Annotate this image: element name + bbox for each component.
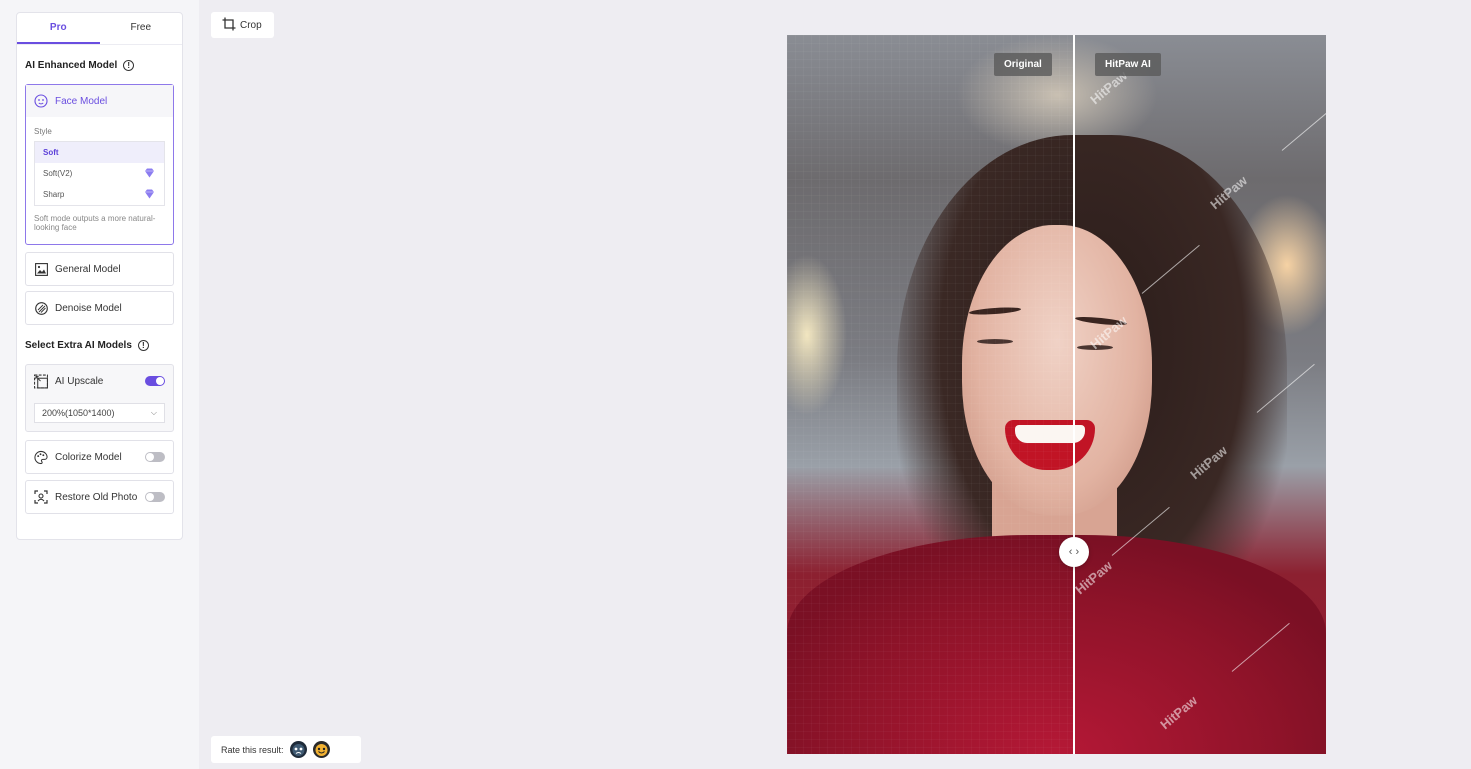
colorize-model-label: Colorize Model	[55, 451, 122, 463]
chevron-down-icon: ⌵	[150, 408, 157, 417]
ai-enhanced-heading: AI Enhanced Model !	[25, 60, 135, 71]
ai-upscale-card: AI Upscale 200%(1050*1400) ⌵	[25, 364, 174, 432]
general-model-card[interactable]: General Model	[25, 252, 174, 286]
upscale-icon	[34, 374, 48, 388]
model-panel: Pro Free AI Enhanced Model ! Face Model …	[16, 12, 183, 540]
ai-upscale-toggle[interactable]	[145, 376, 165, 386]
tab-free[interactable]: Free	[100, 13, 183, 44]
style-list: Soft Soft(V2) Sharp	[34, 141, 165, 206]
crop-button[interactable]: Crop	[211, 12, 274, 38]
restore-toggle[interactable]	[145, 492, 165, 502]
colorize-model-card: Colorize Model	[25, 440, 174, 474]
style-option-sharp[interactable]: Sharp	[35, 184, 164, 205]
tab-pro[interactable]: Pro	[17, 13, 100, 44]
rating-bar: Rate this result:	[211, 736, 361, 763]
general-model-label: General Model	[55, 263, 121, 275]
ai-upscale-row: AI Upscale	[26, 365, 173, 397]
style-option-label: Soft(V2)	[43, 169, 73, 178]
style-option-soft[interactable]: Soft	[35, 142, 164, 163]
style-option-label: Sharp	[43, 190, 65, 199]
colorize-toggle[interactable]	[145, 452, 165, 462]
crop-icon	[222, 17, 236, 34]
image-compare-viewer[interactable]: HitPaw HitPaw HitPaw HitPaw HitPaw HitPa…	[787, 35, 1326, 754]
denoise-icon	[34, 301, 48, 315]
diamond-icon	[145, 189, 154, 199]
style-option-soft-v2[interactable]: Soft(V2)	[35, 163, 164, 184]
restore-photo-row: Restore Old Photo	[26, 481, 173, 513]
compare-slider-handle[interactable]: ‹ ›	[1059, 537, 1089, 567]
restore-photo-card: Restore Old Photo	[25, 480, 174, 514]
colorize-model-row: Colorize Model	[26, 441, 173, 473]
sidebar: Pro Free AI Enhanced Model ! Face Model …	[0, 0, 199, 769]
ai-upscale-label: AI Upscale	[55, 375, 104, 387]
face-icon	[34, 94, 48, 108]
general-model-row[interactable]: General Model	[26, 253, 173, 285]
tab-bar: Pro Free	[17, 13, 182, 45]
original-pixelation	[787, 35, 1074, 754]
diamond-icon	[145, 168, 154, 178]
upscale-size-select[interactable]: 200%(1050*1400) ⌵	[34, 403, 165, 423]
original-label: Original	[994, 53, 1052, 76]
restore-icon	[34, 490, 48, 504]
denoise-model-card[interactable]: Denoise Model	[25, 291, 174, 325]
compare-divider[interactable]	[1073, 35, 1075, 754]
denoise-model-row[interactable]: Denoise Model	[26, 292, 173, 324]
ai-enhanced-title: AI Enhanced Model	[25, 60, 118, 71]
face-model-label: Face Model	[55, 95, 108, 107]
style-option-label: Soft	[43, 148, 59, 157]
dislike-emoji-icon[interactable]	[289, 741, 307, 758]
face-model-header[interactable]: Face Model	[26, 85, 173, 117]
style-label: Style	[34, 127, 52, 136]
upscale-size-value: 200%(1050*1400)	[42, 408, 115, 418]
like-emoji-icon[interactable]	[312, 741, 330, 758]
enhanced-label: HitPaw AI	[1095, 53, 1161, 76]
style-description: Soft mode outputs a more natural-looking…	[34, 214, 156, 232]
crop-label: Crop	[240, 19, 262, 31]
palette-icon	[34, 450, 48, 464]
face-model-card[interactable]: Face Model Style Soft Soft(V2) Sharp Sof…	[25, 84, 174, 245]
chevron-left-right-icon: ‹ ›	[1068, 546, 1080, 558]
extra-models-title: Select Extra AI Models	[25, 340, 132, 351]
denoise-model-label: Denoise Model	[55, 302, 122, 314]
rating-label: Rate this result:	[221, 744, 284, 755]
info-icon[interactable]: !	[123, 60, 135, 71]
info-icon[interactable]: !	[137, 340, 149, 351]
image-icon	[34, 262, 48, 276]
extra-models-heading: Select Extra AI Models !	[25, 340, 149, 351]
restore-photo-label: Restore Old Photo	[55, 491, 138, 503]
